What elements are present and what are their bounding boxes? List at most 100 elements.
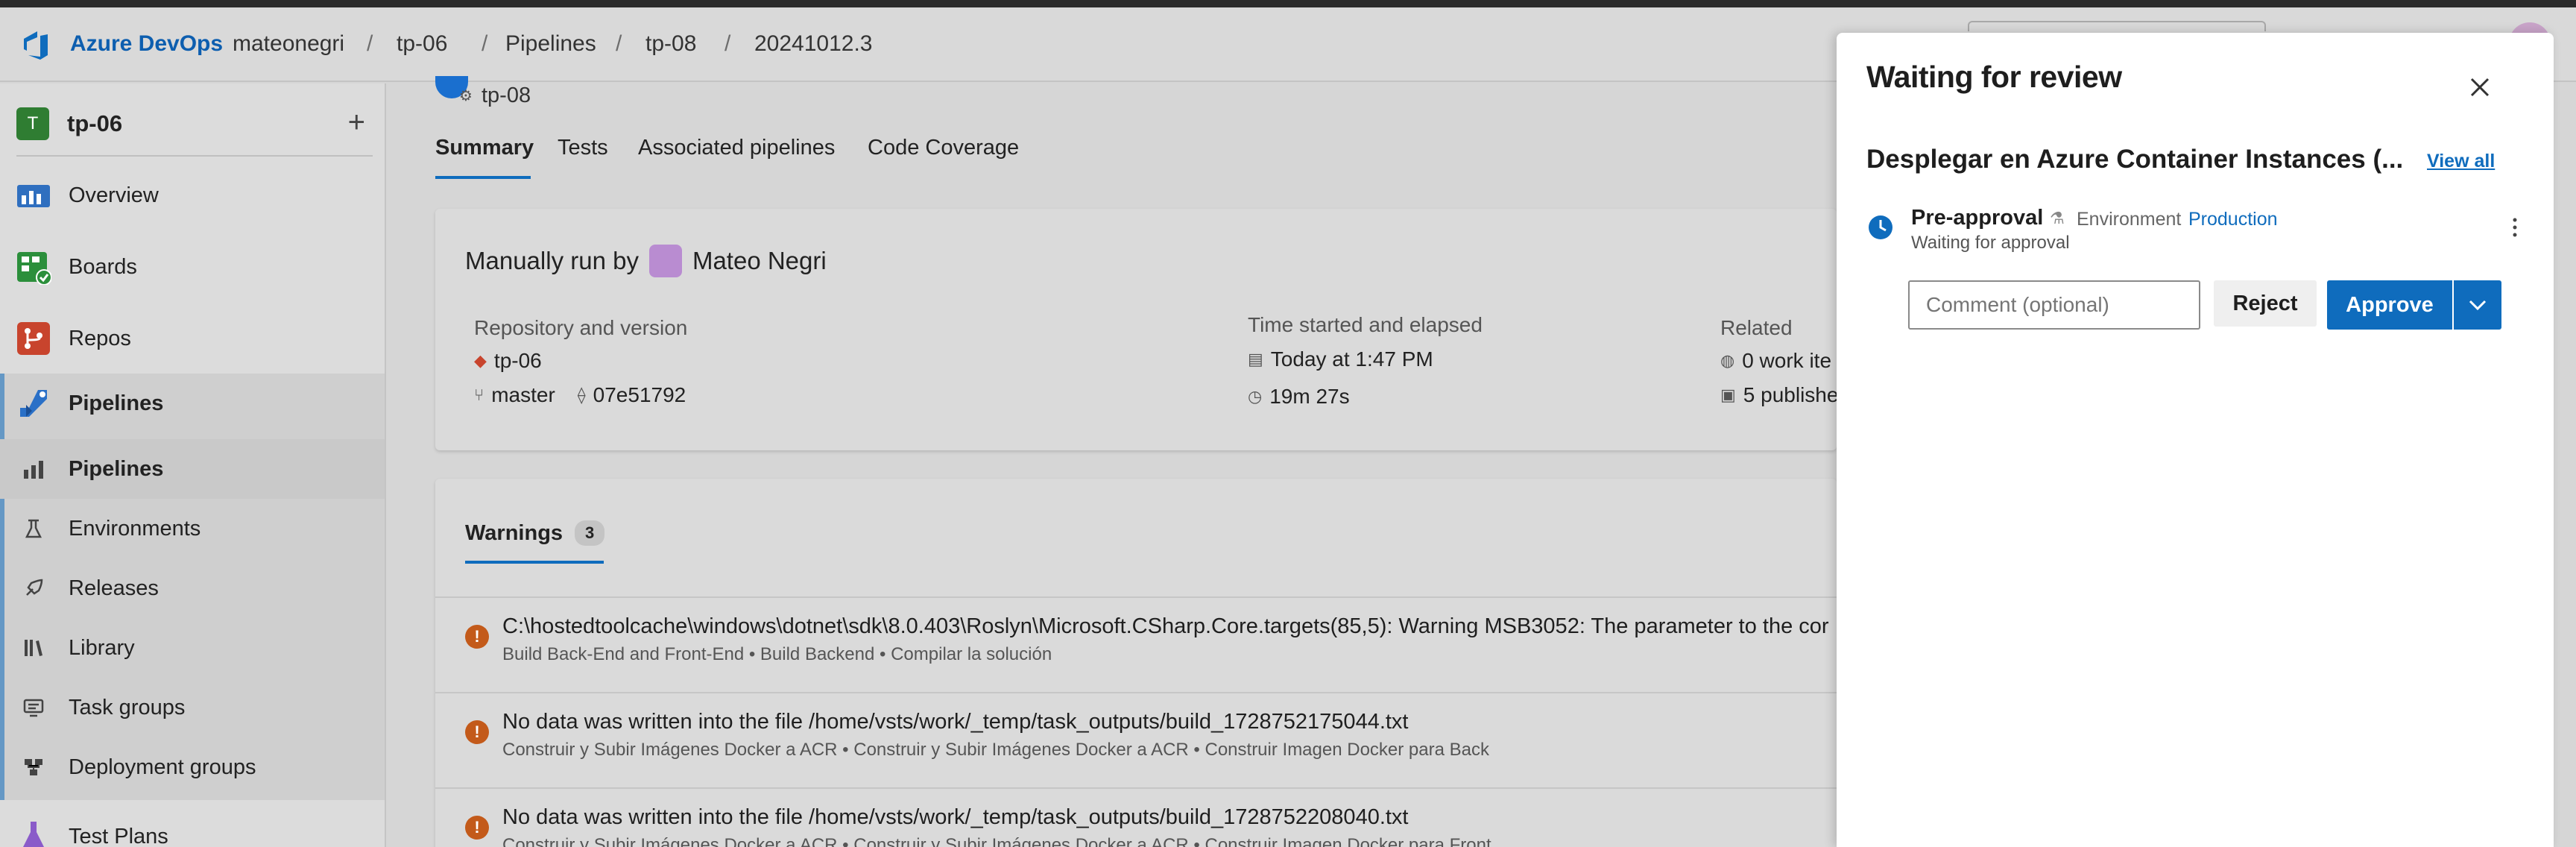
commit-icon: ⟠ (577, 385, 586, 404)
branch-icon: ⑂ (474, 385, 484, 404)
view-all-link[interactable]: View all (2427, 151, 2495, 172)
list-item[interactable]: ! No data was written into the file /hom… (435, 787, 1837, 847)
review-panel: Waiting for review Desplegar en Azure Co… (1837, 33, 2554, 847)
commit-id[interactable]: 07e51792 (593, 383, 686, 407)
warning-path: Construir y Subir Imágenes Docker a ACR … (502, 740, 1489, 760)
sidebar-subitem-task-groups[interactable]: Task groups (0, 678, 385, 737)
breadcrumb-org[interactable]: mateonegri (233, 31, 344, 57)
artifact-icon: ▣ (1720, 385, 1736, 404)
active-tab-indicator (435, 176, 531, 179)
stage-title: Desplegar en Azure Container Instances (… (1866, 145, 2404, 174)
main-content: tp-08 ⚙ Summary Tests Associated pipelin… (388, 76, 1838, 847)
sidebar-item-label: Task groups (69, 695, 186, 720)
sidebar: T tp-06 + Overview Boards Repos Pipeline… (0, 84, 386, 847)
warning-path: Build Back-End and Front-End • Build Bac… (502, 644, 1052, 664)
sidebar-subitem-pipelines[interactable]: Pipelines (0, 439, 385, 499)
project-selector[interactable]: T tp-06 + (16, 100, 373, 148)
warning-path: Construir y Subir Imágenes Docker a ACR … (502, 835, 1491, 847)
test-plans-icon (15, 818, 52, 847)
sidebar-subitem-library[interactable]: Library (0, 618, 385, 678)
pipeline-name[interactable]: tp-08 (482, 84, 531, 108)
tab-warnings[interactable]: Warnings 3 (465, 520, 605, 546)
time-title: Time started and elapsed (1248, 313, 1483, 336)
releases-icon (21, 576, 46, 601)
deployment-groups-icon (21, 755, 46, 780)
sidebar-item-label: Releases (69, 576, 159, 600)
repos-icon (15, 320, 52, 357)
close-button[interactable] (2461, 69, 2498, 106)
approve-options-button[interactable] (2454, 280, 2501, 330)
breadcrumb-project[interactable]: tp-06 (397, 31, 447, 57)
close-icon (2470, 78, 2490, 97)
sidebar-item-label: Repos (69, 326, 131, 350)
clock-icon (1869, 215, 1892, 239)
window-top-strip (0, 0, 2576, 7)
environment-link[interactable]: Production (2188, 209, 2278, 230)
breadcrumb-pipelines[interactable]: Pipelines (505, 31, 596, 57)
warning-icon: ! (465, 816, 489, 840)
chevron-down-icon (2469, 300, 2487, 311)
work-items-line[interactable]: ◍ 0 work ite (1720, 349, 1831, 373)
overview-icon (15, 177, 52, 214)
warning-icon: ! (465, 625, 489, 649)
branch-line: ⑂ master ⟠ 07e51792 (474, 383, 686, 407)
library-icon (21, 635, 46, 661)
environment-icon: ⚗ (2050, 209, 2065, 227)
sidebar-item-label: Deployment groups (69, 755, 256, 779)
tab-summary[interactable]: Summary (435, 136, 534, 160)
branch-name[interactable]: master (491, 383, 555, 407)
tab-code-coverage[interactable]: Code Coverage (868, 136, 1019, 160)
sidebar-subitem-deployment-groups[interactable]: Deployment groups (0, 737, 385, 797)
add-icon[interactable]: + (348, 106, 365, 139)
project-name: tp-06 (67, 110, 123, 136)
elapsed-time: 19m 27s (1269, 385, 1350, 408)
repo-name[interactable]: tp-06 (494, 349, 542, 373)
environment-label: Environment (2077, 209, 2182, 230)
search-box[interactable] (1968, 21, 2266, 31)
sidebar-subitem-environments[interactable]: Environments (0, 499, 385, 558)
avatar (648, 245, 682, 277)
sidebar-item-pipelines[interactable]: Pipelines (0, 374, 385, 433)
task-groups-icon (21, 695, 46, 720)
breadcrumb-separator: / (724, 31, 731, 56)
sidebar-item-label: Pipelines (69, 391, 164, 415)
panel-title: Waiting for review (1866, 60, 2122, 94)
work-items: 0 work ite (1742, 349, 1832, 372)
list-item[interactable]: ! No data was written into the file /hom… (435, 692, 1837, 787)
brand-name[interactable]: Azure DevOps (70, 31, 223, 57)
pipelines-sub-icon (21, 456, 46, 482)
sidebar-item-repos[interactable]: Repos (0, 309, 385, 368)
sidebar-item-boards[interactable]: Boards (0, 237, 385, 297)
pipelines-group: Pipelines Pipelines Environments Release… (0, 374, 385, 800)
sidebar-item-label: Boards (69, 254, 137, 279)
elapsed-line: ◷ 19m 27s (1248, 385, 1350, 409)
run-by: Manually run by Mateo Negri (465, 245, 827, 277)
work-item-icon: ◍ (1720, 351, 1735, 370)
azure-devops-logo-icon[interactable] (18, 27, 54, 63)
warnings-label: Warnings (465, 520, 564, 545)
sidebar-item-label: Test Plans (69, 824, 168, 847)
repo-title: Repository and version (474, 316, 688, 339)
tab-tests[interactable]: Tests (558, 136, 608, 160)
active-tab-indicator (465, 561, 604, 564)
started-line: ▤ Today at 1:47 PM (1248, 347, 1433, 371)
sidebar-item-test-plans[interactable]: Test Plans (0, 807, 385, 847)
approve-button[interactable]: Approve (2327, 280, 2452, 330)
project-badge: T (16, 107, 49, 140)
run-by-user[interactable]: Mateo Negri (692, 247, 827, 275)
related-title: Related (1720, 316, 1793, 339)
list-item[interactable]: ! C:\hostedtoolcache\windows\dotnet\sdk\… (435, 596, 1837, 692)
breadcrumb-separator: / (482, 31, 488, 56)
more-options-icon[interactable] (2507, 216, 2522, 239)
warning-message: No data was written into the file /home/… (502, 805, 1409, 829)
warning-icon: ! (465, 720, 489, 744)
breadcrumb-pipeline[interactable]: tp-08 (645, 31, 696, 57)
published-line[interactable]: ▣ 5 publishe (1720, 383, 1838, 407)
breadcrumb-run[interactable]: 20241012.3 (754, 31, 873, 57)
tab-associated-pipelines[interactable]: Associated pipelines (638, 136, 835, 160)
sidebar-subitem-releases[interactable]: Releases (0, 558, 385, 618)
comment-input[interactable] (1908, 280, 2200, 330)
sidebar-item-overview[interactable]: Overview (0, 166, 385, 225)
run-summary-card: Manually run by Mateo Negri Repository a… (435, 209, 1838, 450)
reject-button[interactable]: Reject (2214, 280, 2317, 327)
